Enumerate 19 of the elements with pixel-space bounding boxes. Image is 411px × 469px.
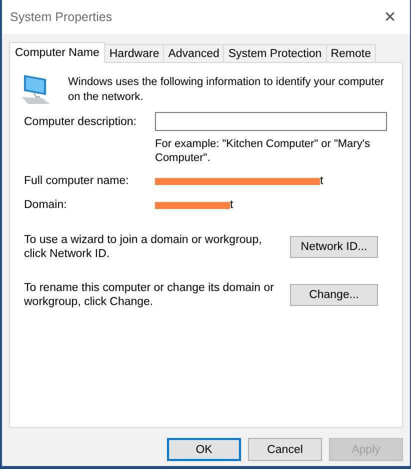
tab[interactable]: System Protection bbox=[223, 44, 327, 62]
dialog-button[interactable]: Cancel bbox=[248, 438, 322, 461]
field-label: Domain: bbox=[23, 199, 68, 211]
field-label: Full computer name: bbox=[23, 175, 130, 187]
instruction-text: To rename this computer or change its domain or workgroup, click Change. bbox=[24, 281, 274, 309]
tab[interactable]: Computer Name bbox=[9, 42, 106, 63]
instruction-text: To use a wizard to join a domain or workgroup, click Network ID. bbox=[24, 233, 263, 261]
close-button[interactable]: ✕ bbox=[370, 0, 410, 34]
dialog-button[interactable]: OK bbox=[167, 438, 241, 461]
field-value: t bbox=[230, 199, 234, 211]
hint-text: For example: "Kitchen Computer" or "Mary's Computer". bbox=[155, 137, 371, 165]
field-label: Computer description: bbox=[23, 116, 138, 128]
action-button[interactable]: Network ID... bbox=[290, 236, 378, 258]
intro-text: Windows uses the following information to identify your computer on the network. bbox=[68, 75, 386, 105]
action-button[interactable]: Change... bbox=[290, 284, 378, 306]
field-value: t bbox=[320, 175, 324, 187]
description-field[interactable] bbox=[155, 112, 387, 131]
tab[interactable]: Remote bbox=[326, 44, 376, 62]
window-title: System Properties bbox=[10, 10, 112, 24]
